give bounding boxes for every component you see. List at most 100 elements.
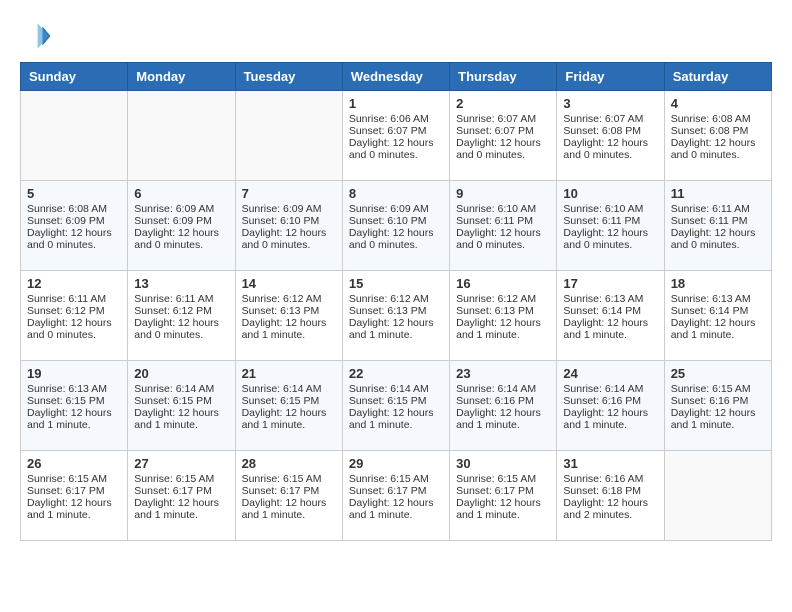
- calendar-cell: 31Sunrise: 6:16 AMSunset: 6:18 PMDayligh…: [557, 451, 664, 541]
- daylight-info: Daylight: 12 hours and 1 minute.: [563, 317, 648, 341]
- sunrise-info: Sunrise: 6:08 AM: [671, 113, 751, 125]
- calendar-cell: 29Sunrise: 6:15 AMSunset: 6:17 PMDayligh…: [342, 451, 449, 541]
- sunrise-info: Sunrise: 6:14 AM: [349, 383, 429, 395]
- calendar-table: SundayMondayTuesdayWednesdayThursdayFrid…: [20, 62, 772, 541]
- day-number: 4: [671, 96, 765, 111]
- logo: [20, 20, 56, 52]
- calendar-cell: 3Sunrise: 6:07 AMSunset: 6:08 PMDaylight…: [557, 91, 664, 181]
- day-number: 28: [242, 456, 336, 471]
- sunset-info: Sunset: 6:10 PM: [242, 215, 320, 227]
- sunrise-info: Sunrise: 6:10 AM: [456, 203, 536, 215]
- sunrise-info: Sunrise: 6:14 AM: [456, 383, 536, 395]
- calendar-cell: 9 Sunrise: 6:10 AMSunset: 6:11 PMDaylight…: [450, 181, 557, 271]
- sunrise-info: Sunrise: 6:15 AM: [27, 473, 107, 485]
- day-number: 8: [349, 186, 443, 201]
- sunrise-info: Sunrise: 6:09 AM: [134, 203, 214, 215]
- day-number: 9: [456, 186, 550, 201]
- calendar-cell: 15Sunrise: 6:12 AMSunset: 6:13 PMDayligh…: [342, 271, 449, 361]
- sunset-info: Sunset: 6:08 PM: [563, 125, 641, 137]
- column-header-monday: Monday: [128, 63, 235, 91]
- daylight-info: Daylight: 12 hours and 1 minute.: [27, 407, 112, 431]
- column-header-wednesday: Wednesday: [342, 63, 449, 91]
- calendar-cell: 23Sunrise: 6:14 AMSunset: 6:16 PMDayligh…: [450, 361, 557, 451]
- calendar-week-2: 5Sunrise: 6:08 AMSunset: 6:09 PMDaylight…: [21, 181, 772, 271]
- calendar-cell: 8Sunrise: 6:09 AMSunset: 6:10 PMDaylight…: [342, 181, 449, 271]
- daylight-info: Daylight: 12 hours and 1 minute.: [563, 407, 648, 431]
- daylight-info: Daylight: 12 hours and 0 minutes.: [27, 317, 112, 341]
- sunrise-info: Sunrise: 6:15 AM: [671, 383, 751, 395]
- sunset-info: Sunset: 6:10 PM: [349, 215, 427, 227]
- daylight-info: Daylight: 12 hours and 0 minutes.: [671, 227, 756, 251]
- daylight-info: Daylight: 12 hours and 0 minutes.: [456, 137, 541, 161]
- day-number: 3: [563, 96, 657, 111]
- calendar-cell: 11Sunrise: 6:11 AMSunset: 6:11 PMDayligh…: [664, 181, 771, 271]
- daylight-info: Daylight: 12 hours and 0 minutes.: [349, 137, 434, 161]
- day-number: 16: [456, 276, 550, 291]
- calendar-cell: [128, 91, 235, 181]
- calendar-cell: 12 Sunrise: 6:11 AMSunset: 6:12 PMDayligh…: [21, 271, 128, 361]
- calendar-cell: [21, 91, 128, 181]
- sunset-info: Sunset: 6:13 PM: [349, 305, 427, 317]
- daylight-info: Daylight: 12 hours and 0 minutes.: [671, 137, 756, 161]
- sunrise-info: Sunrise: 6:13 AM: [671, 293, 751, 305]
- daylight-info: Daylight: 12 hours and 0 minutes.: [456, 227, 541, 251]
- sunset-info: Sunset: 6:12 PM: [27, 305, 105, 317]
- calendar-cell: 28Sunrise: 6:15 AMSunset: 6:17 PMDayligh…: [235, 451, 342, 541]
- daylight-info: Daylight: 12 hours and 1 minute.: [671, 407, 756, 431]
- calendar-week-5: 26Sunrise: 6:15 AMSunset: 6:17 PMDayligh…: [21, 451, 772, 541]
- daylight-info: Daylight: 12 hours and 1 minute.: [242, 407, 327, 431]
- calendar-cell: 18Sunrise: 6:13 AMSunset: 6:14 PMDayligh…: [664, 271, 771, 361]
- calendar-week-4: 19Sunrise: 6:13 AMSunset: 6:15 PMDayligh…: [21, 361, 772, 451]
- calendar-header-row: SundayMondayTuesdayWednesdayThursdayFrid…: [21, 63, 772, 91]
- column-header-thursday: Thursday: [450, 63, 557, 91]
- sunset-info: Sunset: 6:15 PM: [27, 395, 105, 407]
- daylight-info: Daylight: 12 hours and 0 minutes.: [563, 227, 648, 251]
- sunrise-info: Sunrise: 6:14 AM: [242, 383, 322, 395]
- daylight-info: Daylight: 12 hours and 2 minutes.: [563, 497, 648, 521]
- daylight-info: Daylight: 12 hours and 0 minutes.: [134, 227, 219, 251]
- sunrise-info: Sunrise: 6:07 AM: [456, 113, 536, 125]
- calendar-cell: 20Sunrise: 6:14 AMSunset: 6:15 PMDayligh…: [128, 361, 235, 451]
- sunrise-info: Sunrise: 6:16 AM: [563, 473, 643, 485]
- sunrise-info: Sunrise: 6:10 AM: [563, 203, 643, 215]
- daylight-info: Daylight: 12 hours and 0 minutes.: [349, 227, 434, 251]
- sunset-info: Sunset: 6:11 PM: [456, 215, 533, 227]
- calendar-cell: 14Sunrise: 6:12 AMSunset: 6:13 PMDayligh…: [235, 271, 342, 361]
- calendar-cell: 16Sunrise: 6:12 AMSunset: 6:13 PMDayligh…: [450, 271, 557, 361]
- day-number: 18: [671, 276, 765, 291]
- daylight-info: Daylight: 12 hours and 1 minute.: [27, 497, 112, 521]
- day-number: 13: [134, 276, 228, 291]
- day-number: 12: [27, 276, 121, 291]
- sunrise-info: Sunrise: 6:11 AM: [671, 203, 750, 215]
- sunset-info: Sunset: 6:16 PM: [563, 395, 641, 407]
- calendar-cell: 2Sunrise: 6:07 AMSunset: 6:07 PMDaylight…: [450, 91, 557, 181]
- sunset-info: Sunset: 6:16 PM: [456, 395, 534, 407]
- sunrise-info: Sunrise: 6:15 AM: [349, 473, 429, 485]
- daylight-info: Daylight: 12 hours and 1 minute.: [134, 407, 219, 431]
- sunset-info: Sunset: 6:17 PM: [349, 485, 427, 497]
- calendar-week-3: 12Sunrise: 6:11 AMSunset: 6:12 PMDayligh…: [21, 271, 772, 361]
- sunset-info: Sunset: 6:13 PM: [456, 305, 534, 317]
- sunset-info: Sunset: 6:17 PM: [134, 485, 212, 497]
- day-number: 26: [27, 456, 121, 471]
- sunset-info: Sunset: 6:15 PM: [349, 395, 427, 407]
- sunset-info: Sunset: 6:08 PM: [671, 125, 749, 137]
- day-number: 17: [563, 276, 657, 291]
- sunset-info: Sunset: 6:09 PM: [27, 215, 105, 227]
- calendar-cell: 4 Sunrise: 6:08 AMSunset: 6:08 PMDaylight…: [664, 91, 771, 181]
- sunset-info: Sunset: 6:11 PM: [671, 215, 748, 227]
- day-number: 22: [349, 366, 443, 381]
- sunrise-info: Sunrise: 6:11 AM: [27, 293, 106, 305]
- column-header-sunday: Sunday: [21, 63, 128, 91]
- day-number: 31: [563, 456, 657, 471]
- sunset-info: Sunset: 6:07 PM: [349, 125, 427, 137]
- logo-icon: [20, 20, 52, 52]
- sunrise-info: Sunrise: 6:09 AM: [242, 203, 322, 215]
- day-number: 10: [563, 186, 657, 201]
- calendar-cell: 5Sunrise: 6:08 AMSunset: 6:09 PMDaylight…: [21, 181, 128, 271]
- calendar-week-1: 1Sunrise: 6:06 AMSunset: 6:07 PMDaylight…: [21, 91, 772, 181]
- day-number: 6: [134, 186, 228, 201]
- day-number: 27: [134, 456, 228, 471]
- daylight-info: Daylight: 12 hours and 1 minute.: [349, 497, 434, 521]
- calendar-cell: 1Sunrise: 6:06 AMSunset: 6:07 PMDaylight…: [342, 91, 449, 181]
